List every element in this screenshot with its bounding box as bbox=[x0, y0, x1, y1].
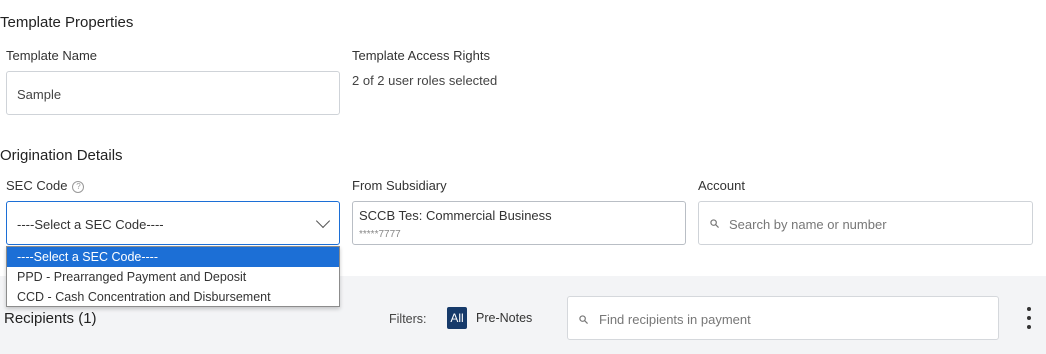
account-search-input[interactable]: Search by name or number bbox=[698, 201, 1033, 245]
search-icon bbox=[579, 315, 588, 324]
question-circle-icon[interactable]: ? bbox=[72, 181, 85, 193]
kebab-dot bbox=[1027, 307, 1031, 311]
filter-prenotes-button[interactable]: Pre-Notes bbox=[476, 311, 532, 325]
account-search-placeholder: Search by name or number bbox=[729, 217, 887, 232]
sec-code-option[interactable]: PPD - Prearranged Payment and Deposit bbox=[7, 267, 339, 287]
recipient-search-input[interactable]: Find recipients in payment bbox=[567, 296, 999, 340]
search-icon bbox=[710, 219, 719, 228]
sec-code-selected-value: ----Select a SEC Code---- bbox=[17, 217, 164, 232]
sec-code-label: SEC Code bbox=[6, 178, 68, 193]
from-subsidiary-field[interactable]: SCCB Tes: Commercial Business *****7777 bbox=[352, 201, 686, 245]
sec-code-select[interactable]: ----Select a SEC Code---- bbox=[6, 201, 340, 245]
access-rights-label: Template Access Rights bbox=[352, 48, 491, 63]
origination-details-heading: Origination Details bbox=[0, 147, 123, 164]
template-name-value: Sample bbox=[17, 87, 62, 102]
template-name-label: Template Name bbox=[6, 48, 98, 63]
filters-label: Filters: bbox=[389, 312, 427, 326]
chevron-down-icon bbox=[315, 213, 331, 229]
sec-code-option[interactable]: ----Select a SEC Code---- bbox=[7, 247, 339, 267]
kebab-dot bbox=[1027, 316, 1031, 320]
subsidiary-name: SCCB Tes: Commercial Business bbox=[359, 208, 552, 223]
account-label: Account bbox=[698, 178, 745, 193]
kebab-menu-icon[interactable] bbox=[1024, 306, 1034, 332]
sec-code-dropdown-list: ----Select a SEC Code---- PPD - Prearran… bbox=[6, 246, 340, 307]
template-name-input[interactable]: Sample bbox=[6, 71, 340, 115]
kebab-dot bbox=[1027, 325, 1031, 329]
filter-all-button[interactable]: All bbox=[447, 307, 467, 329]
access-rights-value[interactable]: 2 of 2 user roles selected bbox=[352, 73, 497, 88]
subsidiary-account: *****7777 bbox=[359, 229, 401, 240]
sec-code-label-row: SEC Code? bbox=[6, 178, 85, 193]
sec-code-option[interactable]: CCD - Cash Concentration and Disbursemen… bbox=[7, 287, 339, 307]
recipient-search-placeholder: Find recipients in payment bbox=[599, 312, 751, 327]
from-subsidiary-label: From Subsidiary bbox=[352, 178, 447, 193]
recipients-heading: Recipients (1) bbox=[4, 310, 97, 327]
template-properties-heading: Template Properties bbox=[0, 14, 134, 31]
